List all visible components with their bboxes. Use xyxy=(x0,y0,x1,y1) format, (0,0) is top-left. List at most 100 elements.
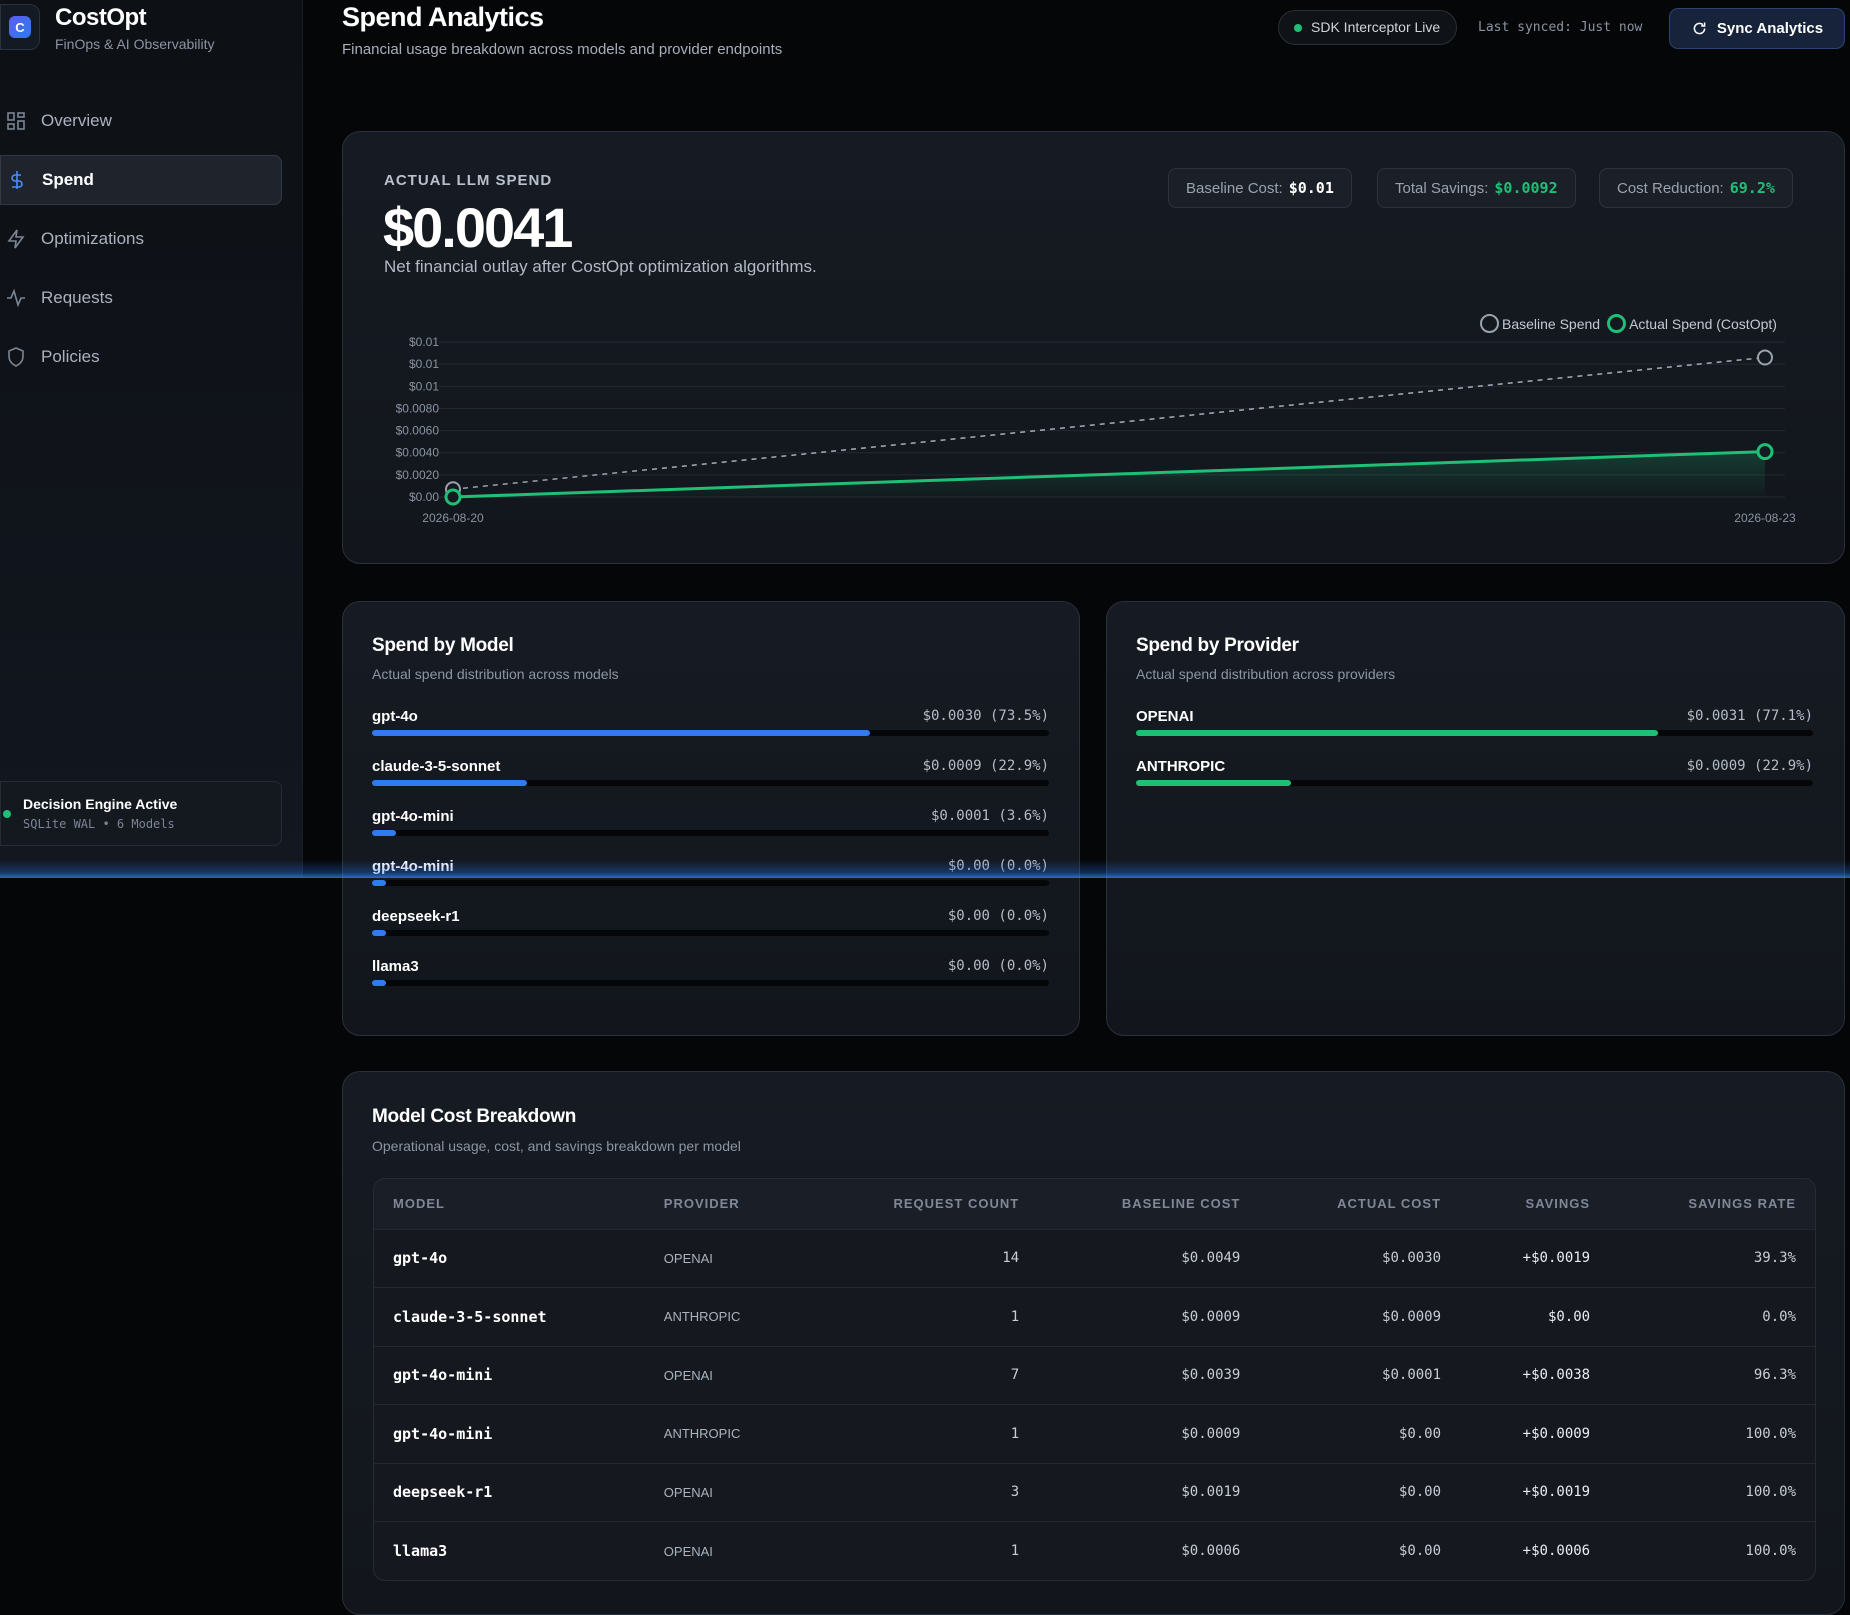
table-cell: +$0.0019 xyxy=(1460,1462,1610,1522)
table-header-row: MODEL PROVIDER REQUEST COUNT BASELINE COST A… xyxy=(374,1179,1815,1229)
table-cell: $0.00 xyxy=(1259,1521,1461,1580)
table-cell: 7 xyxy=(806,1345,1039,1405)
bar-label: gpt-4o xyxy=(372,708,418,725)
bar-label: ANTHROPIC xyxy=(1136,758,1226,775)
table-cell: $0.0009 xyxy=(1259,1287,1461,1346)
y-tick-label: $0.0060 xyxy=(396,424,440,438)
bar-fill xyxy=(372,880,386,886)
bar-label: gpt-4o-mini xyxy=(372,808,454,825)
bar-row: ANTHROPIC $0.0009 (22.9%) xyxy=(1136,758,1813,808)
baseline-point xyxy=(1757,349,1773,366)
sidebar-item-label: Requests xyxy=(41,288,113,307)
bar-track xyxy=(372,930,1049,936)
sync-button-label: Sync Analytics xyxy=(1716,20,1824,37)
bar-row: claude-3-5-sonnet $0.0009 (22.9%) xyxy=(372,758,1049,808)
spend-line-chart: $0.00 $0.0020 $0.0040 $0.0060 $0.0080 $0.01 $0… xyxy=(396,335,1796,525)
table-cell: $0.0049 xyxy=(1038,1228,1260,1288)
bar-value: $0.00 (0.0%) xyxy=(947,958,1049,974)
brand[interactable]: C CostOpt FinOps & AI Observability xyxy=(0,4,215,52)
column-header[interactable]: SAVINGS RATE xyxy=(1609,1179,1815,1229)
table-row[interactable]: gpt-4o-mini ANTHROPIC 1 $0.0009 $0.00 +$0.000… xyxy=(374,1404,1815,1463)
table-cell: 1 xyxy=(806,1404,1039,1463)
panel-title: Spend by Model xyxy=(372,635,514,656)
y-tick-label: $0.01 xyxy=(409,357,439,371)
table-cell: ANTHROPIC xyxy=(644,1287,807,1346)
bar-track xyxy=(372,830,1049,836)
bar-fill xyxy=(1136,780,1292,786)
dollar-icon xyxy=(11,171,23,189)
panel-title: Spend by Provider xyxy=(1136,635,1299,656)
table-cell: OPENAI xyxy=(644,1521,807,1580)
column-header[interactable]: SAVINGS xyxy=(1460,1179,1610,1229)
panel-subtitle: Actual spend distribution across models xyxy=(372,666,619,682)
sidebar-item-label: Spend xyxy=(42,170,94,189)
grid-icon xyxy=(7,112,25,130)
column-header[interactable]: MODEL xyxy=(374,1179,645,1229)
bar-fill xyxy=(1136,730,1658,736)
y-tick-label: $0.01 xyxy=(409,335,439,349)
bar-fill xyxy=(372,780,528,786)
y-tick-label: $0.0080 xyxy=(396,401,440,415)
table-row[interactable]: deepseek-r1 OPENAI 3 $0.0019 $0.00 +$0.0019 10… xyxy=(374,1462,1815,1522)
table-row[interactable]: llama3 OPENAI 1 $0.0006 $0.00 +$0.0006 100.0% xyxy=(374,1521,1815,1580)
spend-by-provider-card: Spend by Provider Actual spend distribut… xyxy=(1106,601,1845,1036)
table-cell: 3 xyxy=(806,1462,1039,1522)
app-name: CostOpt xyxy=(55,4,147,31)
bar-value: $0.00 (0.0%) xyxy=(947,908,1049,924)
table-cell: $0.0009 xyxy=(1038,1287,1260,1346)
table-cell: 1 xyxy=(806,1521,1039,1580)
bar-fill xyxy=(372,980,386,986)
bar-fill xyxy=(372,830,397,836)
sidebar-item-policies[interactable]: Policies xyxy=(0,332,282,382)
table-cell: $0.0006 xyxy=(1038,1521,1260,1580)
sync-analytics-button[interactable]: Sync Analytics xyxy=(1669,8,1845,49)
sidebar-item-label: Overview xyxy=(41,111,112,130)
column-header[interactable]: ACTUAL COST xyxy=(1259,1179,1461,1229)
bar-label: OPENAI xyxy=(1136,708,1194,725)
table-cell: 0.0% xyxy=(1609,1287,1815,1346)
live-label: SDK Interceptor Live xyxy=(1311,19,1441,35)
table-cell: $0.00 xyxy=(1259,1462,1461,1522)
app-subtitle: FinOps & AI Observability xyxy=(55,36,215,52)
bar-track xyxy=(372,730,1049,736)
table-cell: 100.0% xyxy=(1609,1462,1815,1522)
bar-label: deepseek-r1 xyxy=(372,908,460,925)
table-cell: $0.00 xyxy=(1460,1287,1610,1346)
column-header[interactable]: BASELINE COST xyxy=(1038,1179,1260,1229)
table-cell: $0.0001 xyxy=(1259,1345,1461,1405)
status-dot-icon xyxy=(3,810,11,818)
table-cell: OPENAI xyxy=(644,1228,807,1288)
column-header[interactable]: REQUEST COUNT xyxy=(806,1179,1039,1229)
table-cell: gpt-4o-mini xyxy=(374,1404,645,1463)
table-row[interactable]: claude-3-5-sonnet ANTHROPIC 1 $0.0009 $0.000… xyxy=(374,1287,1815,1346)
table-row[interactable]: gpt-4o OPENAI 14 $0.0049 $0.0030 +$0.0019 39.3… xyxy=(374,1228,1815,1288)
table-cell: +$0.0009 xyxy=(1460,1404,1610,1463)
table-cell: 39.3% xyxy=(1609,1228,1815,1288)
table-row[interactable]: gpt-4o-mini OPENAI 7 $0.0039 $0.0001 +$0.0038… xyxy=(374,1345,1815,1405)
last-synced: Last synced: Just now xyxy=(1478,20,1643,35)
sidebar-item-requests[interactable]: Requests xyxy=(0,273,282,323)
bar-row: llama3 $0.00 (0.0%) xyxy=(372,958,1049,1008)
table-cell: +$0.0019 xyxy=(1460,1228,1610,1288)
sidebar-item-label: Policies xyxy=(41,347,100,366)
sidebar-item-spend[interactable]: Spend xyxy=(0,155,282,205)
spend-by-model-card: Spend by Model Actual spend distribution… xyxy=(342,601,1080,1036)
column-header[interactable]: PROVIDER xyxy=(644,1179,807,1229)
bar-value: $0.00 (0.0%) xyxy=(947,858,1049,874)
bar-value: $0.0009 (22.9%) xyxy=(1686,758,1813,774)
bar-track xyxy=(372,980,1049,986)
table-cell: llama3 xyxy=(374,1521,645,1580)
bar-row: gpt-4o $0.0030 (73.5%) xyxy=(372,708,1049,758)
actual-spend-card: ACTUAL LLM SPEND $0.0041 Net financial o… xyxy=(342,131,1845,564)
y-tick-label: $0.0040 xyxy=(396,446,440,460)
table-cell: +$0.0038 xyxy=(1460,1345,1610,1405)
y-tick-label: $0.01 xyxy=(409,379,439,393)
table-cell: deepseek-r1 xyxy=(374,1462,645,1522)
sidebar-item-optimizations[interactable]: Optimizations xyxy=(0,214,282,264)
table-body: gpt-4o OPENAI 14 $0.0049 $0.0030 +$0.0019 39.3… xyxy=(374,1228,1815,1580)
engine-title: Decision Engine Active xyxy=(23,796,178,812)
x-tick-label: 2026-08-23 xyxy=(1734,511,1796,525)
panel-subtitle: Operational usage, cost, and savings bre… xyxy=(372,1138,741,1154)
engine-detail: SQLite WAL • 6 Models xyxy=(23,817,175,831)
sidebar-item-overview[interactable]: Overview xyxy=(0,96,282,146)
